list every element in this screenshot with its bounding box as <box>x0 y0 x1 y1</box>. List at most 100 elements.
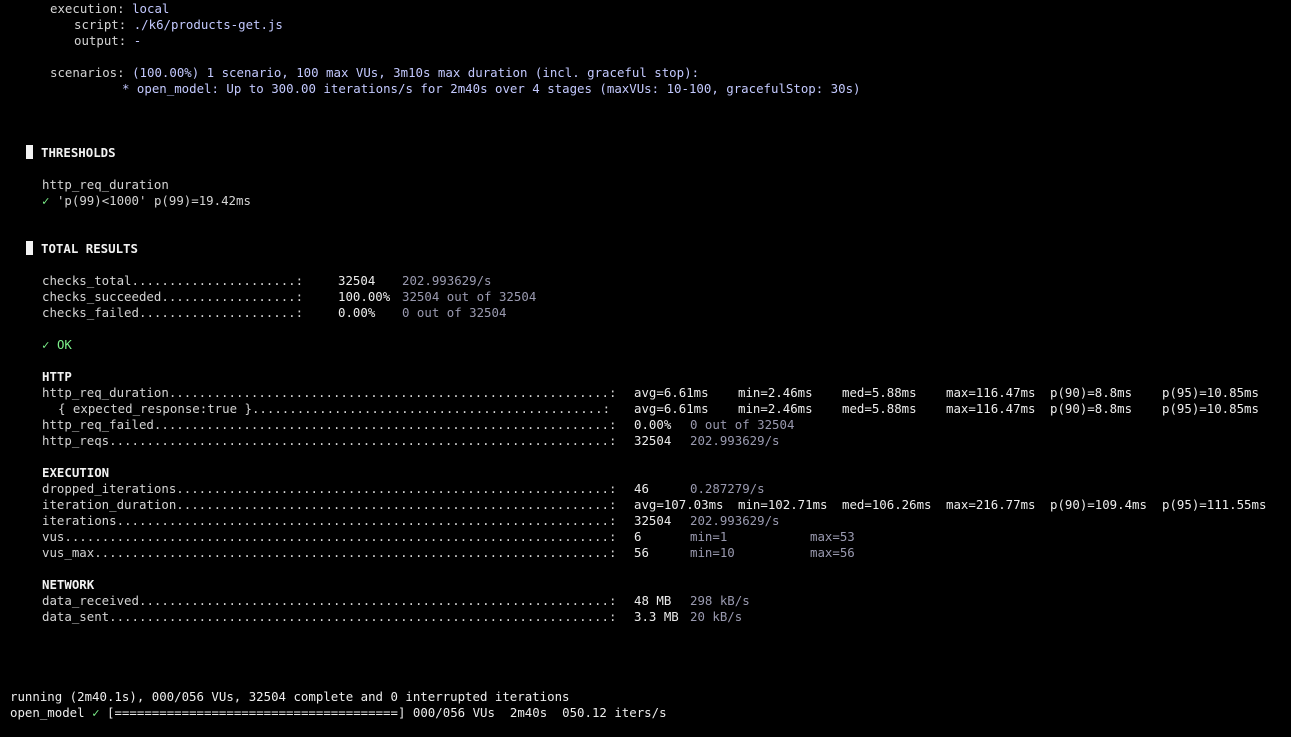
thresholds-title: THRESHOLDS <box>41 145 116 160</box>
metric-dots: ........................................… <box>64 529 617 544</box>
http-req-duration-p90: p(90)=8.8ms <box>1050 385 1133 400</box>
http-req-failed-extra: 0 out of 32504 <box>690 417 795 432</box>
ok-status: ✓ OK <box>42 337 72 353</box>
execution-heading: EXECUTION <box>42 465 110 480</box>
checks-failed-value: 0.00% <box>338 305 376 320</box>
data-received-value: 48 MB <box>634 593 672 608</box>
checks-total-value: 32504 <box>338 273 376 288</box>
script-value: ./k6/products-get.js <box>133 17 283 32</box>
output-value: - <box>133 33 142 48</box>
http-req-failed-value: 0.00% <box>634 417 672 432</box>
http-req-duration-avg: avg=6.61ms <box>634 385 709 400</box>
threshold-rule-line: ✓ 'p(99)<1000' p(99)=19.42ms <box>42 193 251 209</box>
execution-value: local <box>132 1 170 16</box>
vus-max-row: vus_max.................................… <box>42 545 616 561</box>
iteration-duration-min: min=102.71ms <box>738 497 828 512</box>
expected-response-med: med=5.88ms <box>842 401 917 416</box>
metric-label: checks_succeeded <box>42 289 162 304</box>
metric-dots: ......................: <box>131 273 304 288</box>
metric-dots: ........................................… <box>94 545 617 560</box>
terminal-window: execution: local script: ./k6/products-g… <box>0 0 1291 737</box>
checks-total-row: checks_total......................: <box>42 273 303 289</box>
metric-label: vus_max <box>42 545 95 560</box>
metric-dots: ........................................… <box>116 513 617 528</box>
metric-label: checks_total <box>42 273 132 288</box>
running-status: running (2m40.1s), 000/056 VUs, 32504 co… <box>10 689 570 704</box>
metric-label: iteration_duration <box>42 497 177 512</box>
iteration-duration-p90: p(90)=109.4ms <box>1050 497 1147 512</box>
execution-label: execution: <box>50 1 125 16</box>
output-label: output: <box>74 33 127 48</box>
vus-min: min=1 <box>690 529 728 544</box>
thresholds-heading: THRESHOLDS <box>26 145 116 161</box>
progress-vus: 000/056 VUs <box>412 705 495 720</box>
output-line: output: - <box>74 33 141 49</box>
http-req-duration-p95: p(95)=10.85ms <box>1162 385 1259 400</box>
network-heading: NETWORK <box>42 577 95 592</box>
vus-max-value: 56 <box>634 545 649 560</box>
http-req-duration-min: min=2.46ms <box>738 385 813 400</box>
iterations-row: iterations..............................… <box>42 513 616 529</box>
progress-duration: 2m40s <box>509 705 548 720</box>
expected-response-p95: p(95)=10.85ms <box>1162 401 1259 416</box>
data-sent-value: 3.3 MB <box>634 609 679 624</box>
threshold-metric: http_req_duration <box>42 177 169 192</box>
metric-label: http_req_failed <box>42 417 154 432</box>
metric-label: { expected_response:true } <box>58 401 252 416</box>
progress-line: open_model ✓ [==========================… <box>10 705 667 721</box>
scenarios-value: (100.00%) 1 scenario, 100 max VUs, 3m10s… <box>132 65 700 80</box>
progress-rate: 050.12 iters/s <box>562 705 667 720</box>
execution-line: execution: local <box>50 1 169 17</box>
iteration-duration-max: max=216.77ms <box>946 497 1036 512</box>
http-req-duration-med: med=5.88ms <box>842 385 917 400</box>
scenarios-label: scenarios: <box>50 65 125 80</box>
http-req-failed-row: http_req_failed.........................… <box>42 417 616 433</box>
metric-dots: ........................................… <box>138 593 617 608</box>
metric-dots: ........................................… <box>176 497 617 512</box>
section-marker <box>26 241 33 255</box>
script-label: script: <box>74 17 127 32</box>
vus-value: 6 <box>634 529 642 544</box>
metric-label: checks_failed <box>42 305 139 320</box>
metric-label: vus <box>42 529 65 544</box>
iterations-value: 32504 <box>634 513 672 528</box>
http-req-duration-row: http_req_duration.......................… <box>42 385 616 401</box>
threshold-result: p(99)=19.42ms <box>153 193 251 208</box>
scenario-name: open_model <box>10 705 85 720</box>
metric-label: data_received <box>42 593 139 608</box>
metric-dots: ........................................… <box>109 433 617 448</box>
dropped-iterations-row: dropped_iterations......................… <box>42 481 616 497</box>
section-marker <box>26 145 33 159</box>
dropped-iterations-value: 46 <box>634 481 649 496</box>
data-received-row: data_received...........................… <box>42 593 616 609</box>
checks-succeeded-row: checks_succeeded..................: <box>42 289 303 305</box>
checks-failed-extra: 0 out of 32504 <box>402 305 507 320</box>
check-icon: ✓ <box>42 337 50 352</box>
iteration-duration-avg: avg=107.03ms <box>634 497 724 512</box>
metric-dots: .....................: <box>138 305 304 320</box>
iteration-duration-med: med=106.26ms <box>842 497 932 512</box>
scenario-item: * open_model: Up to 300.00 iterations/s … <box>122 81 861 96</box>
vus-max-max: max=56 <box>810 545 855 560</box>
metric-dots: ........................................… <box>153 417 617 432</box>
metric-dots: ........................................… <box>176 481 617 496</box>
checks-total-extra: 202.993629/s <box>402 273 492 288</box>
checks-succeeded-extra: 32504 out of 32504 <box>402 289 537 304</box>
threshold-rule: 'p(99)<1000' <box>56 193 147 208</box>
ok-label: OK <box>56 337 72 352</box>
metric-dots: ........................................… <box>168 385 617 400</box>
iterations-extra: 202.993629/s <box>690 513 780 528</box>
checks-failed-row: checks_failed.....................: <box>42 305 303 321</box>
metric-label: iterations <box>42 513 117 528</box>
data-sent-row: data_sent...............................… <box>42 609 616 625</box>
metric-label: dropped_iterations <box>42 481 177 496</box>
metric-label: http_reqs <box>42 433 110 448</box>
metric-dots: ........................................… <box>251 401 611 416</box>
expected-response-row: { expected_response:true }..............… <box>58 401 610 417</box>
iteration-duration-p95: p(95)=111.55ms <box>1162 497 1267 512</box>
checks-succeeded-value: 100.00% <box>338 289 391 304</box>
dropped-iterations-extra: 0.287279/s <box>690 481 765 496</box>
data-sent-extra: 20 kB/s <box>690 609 743 624</box>
data-received-extra: 298 kB/s <box>690 593 750 608</box>
progress-bar: [======================================] <box>107 705 406 720</box>
